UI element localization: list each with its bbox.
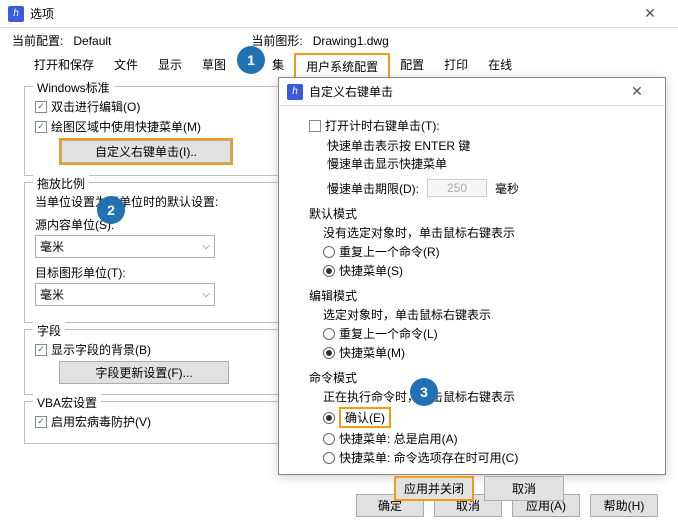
annotation-badge-2: 2 — [97, 196, 125, 224]
default-units-text: 当单位设置为无单位时的默认设置: — [35, 193, 268, 210]
tab-display[interactable]: 显示 — [148, 53, 192, 80]
radio-edit-shortcut[interactable] — [323, 347, 335, 359]
app-icon: h — [8, 6, 24, 22]
radio-label-cmd-always: 快捷菜单: 总是启用(A) — [339, 430, 458, 447]
window-title: 选项 — [30, 5, 54, 22]
radio-cmd-when-options[interactable] — [323, 452, 335, 464]
tab-print[interactable]: 打印 — [434, 53, 478, 80]
dialog-title: 自定义右键单击 — [309, 83, 393, 100]
close-icon[interactable]: ✕ — [630, 0, 670, 28]
group-windows-standard: Windows标准 双击进行编辑(O) 绘图区域中使用快捷菜单(M) 自定义右键… — [24, 86, 279, 176]
radio-edit-repeat[interactable] — [323, 328, 335, 340]
chk-label-timed: 打开计时右键单击(T): — [325, 117, 440, 134]
chk-label-dblclick: 双击进行编辑(O) — [51, 98, 140, 115]
apply-close-button[interactable]: 应用并关闭 — [394, 476, 474, 501]
group-title-drag: 拖放比例 — [33, 175, 89, 192]
dialog-close-icon[interactable]: ✕ — [617, 78, 657, 106]
source-units-label: 源内容单位(S): — [35, 216, 268, 233]
tab-file[interactable]: 文件 — [104, 53, 148, 80]
main-titlebar: h 选项 ✕ — [0, 0, 678, 28]
radio-label-default-repeat: 重复上一个命令(R) — [339, 243, 440, 260]
tab-user-system-config[interactable]: 用户系统配置 — [294, 53, 390, 80]
dialog-cancel-button[interactable]: 取消 — [484, 476, 564, 501]
current-config-value: Default — [73, 34, 111, 48]
slow-click-input[interactable]: 250 — [427, 179, 487, 197]
slow-click-label: 慢速单击期限(D): — [327, 180, 419, 197]
radio-label-cmd-when-options: 快捷菜单: 命令选项存在时可用(C) — [339, 449, 518, 466]
tab-draft[interactable]: 草图 — [192, 53, 236, 80]
radio-label-default-shortcut: 快捷菜单(S) — [339, 262, 403, 279]
tab-open-save[interactable]: 打开和保存 — [24, 53, 104, 80]
field-update-settings-button[interactable]: 字段更新设置(F)... — [59, 361, 229, 384]
chk-label-macro-virus: 启用宏病毒防护(V) — [51, 413, 151, 430]
group-title-windows: Windows标准 — [33, 79, 114, 96]
group-title-fields: 字段 — [33, 322, 65, 339]
cmd-mode-note: 正在执行命令时，单击鼠标右键表示 — [323, 388, 649, 405]
checkbox-field-bg[interactable] — [35, 344, 47, 356]
annotation-badge-1: 1 — [237, 46, 265, 74]
checkbox-shortcut-menu[interactable] — [35, 121, 47, 133]
target-units-select[interactable]: 毫米 — [35, 283, 215, 306]
custom-right-click-dialog: h 自定义右键单击 ✕ 打开计时右键单击(T): 快速单击表示按 ENTER 键… — [278, 77, 666, 475]
current-drawing-value: Drawing1.dwg — [313, 34, 389, 48]
ms-label: 毫秒 — [495, 180, 519, 197]
group-title-vba: VBA宏设置 — [33, 394, 101, 411]
tabs-bar: 打开和保存 文件 显示 草图 集 用户系统配置 配置 打印 在线 — [0, 51, 678, 80]
group-drag-scale: 拖放比例 当单位设置为无单位时的默认设置: 源内容单位(S): 毫米 目标图形单… — [24, 182, 279, 323]
edit-mode-head: 编辑模式 — [309, 287, 649, 304]
tab-set[interactable]: 集 — [262, 53, 294, 80]
default-mode-head: 默认模式 — [309, 205, 649, 222]
timed-line2: 慢速单击显示快捷菜单 — [327, 155, 649, 173]
radio-label-cmd-confirm: 确认(E) — [339, 407, 391, 428]
checkbox-timed-right-click[interactable] — [309, 120, 321, 132]
dialog-app-icon: h — [287, 84, 303, 100]
radio-cmd-confirm[interactable] — [323, 412, 335, 424]
dialog-titlebar: h 自定义右键单击 ✕ — [279, 78, 665, 106]
target-units-label: 目标图形单位(T): — [35, 264, 268, 281]
checkbox-macro-virus[interactable] — [35, 416, 47, 428]
default-mode-note: 没有选定对象时，单击鼠标右键表示 — [323, 224, 649, 241]
source-units-select[interactable]: 毫米 — [35, 235, 215, 258]
radio-label-edit-repeat: 重复上一个命令(L) — [339, 325, 438, 342]
radio-default-shortcut[interactable] — [323, 265, 335, 277]
group-fields: 字段 显示字段的背景(B) 字段更新设置(F)... — [24, 329, 279, 395]
edit-mode-note: 选定对象时，单击鼠标右键表示 — [323, 306, 649, 323]
radio-label-edit-shortcut: 快捷菜单(M) — [339, 344, 405, 361]
checkbox-dblclick-edit[interactable] — [35, 101, 47, 113]
radio-default-repeat[interactable] — [323, 246, 335, 258]
group-vba: VBA宏设置 启用宏病毒防护(V) — [24, 401, 279, 444]
chk-label-field-bg: 显示字段的背景(B) — [51, 341, 151, 358]
cmd-mode-head: 命令模式 — [309, 369, 649, 386]
radio-cmd-always[interactable] — [323, 433, 335, 445]
current-config-label: 当前配置: — [12, 34, 63, 48]
tab-online[interactable]: 在线 — [478, 53, 522, 80]
chk-label-shortcut: 绘图区域中使用快捷菜单(M) — [51, 118, 201, 135]
timed-line1: 快速单击表示按 ENTER 键 — [327, 137, 649, 155]
config-row: 当前配置: Default 当前图形: Drawing1.dwg — [0, 28, 678, 51]
annotation-badge-3: 3 — [410, 378, 438, 406]
custom-right-click-button[interactable]: 自定义右键单击(I).. — [61, 140, 231, 163]
current-drawing-label: 当前图形: — [251, 34, 302, 48]
tab-config[interactable]: 配置 — [390, 53, 434, 80]
